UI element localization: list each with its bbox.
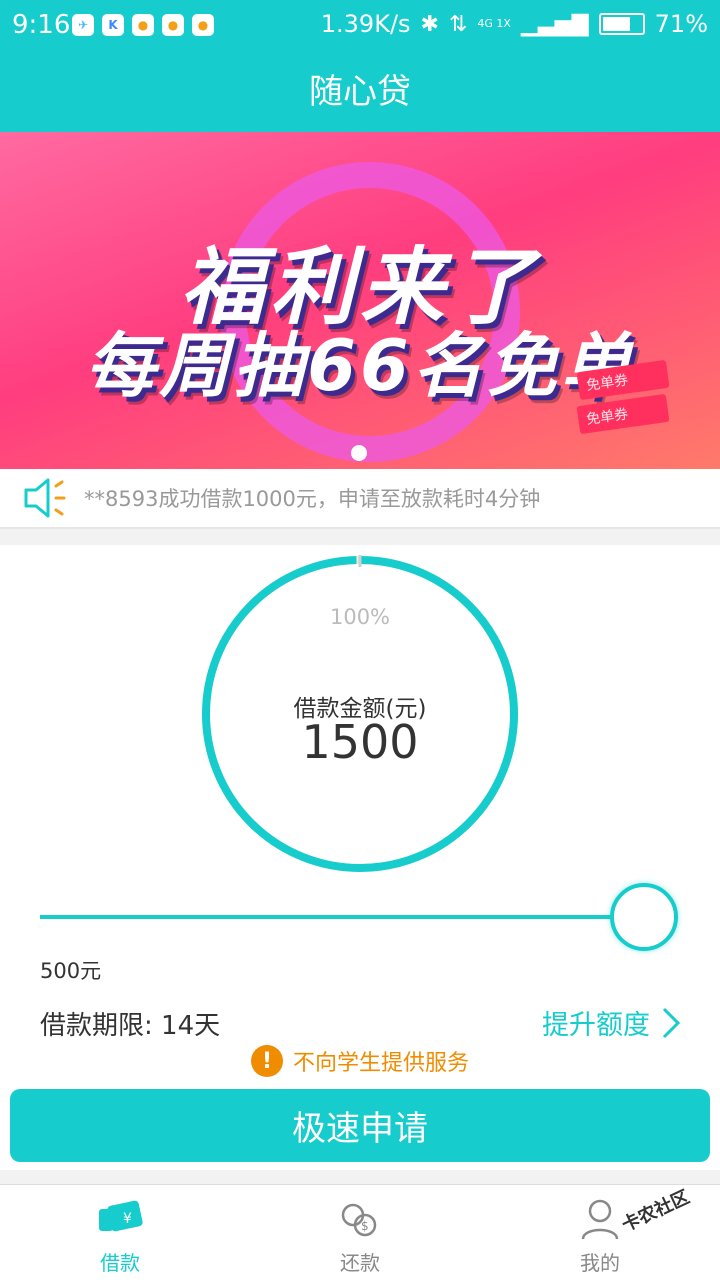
status-bar: 9:16 ✈ K ● ● ● 1.39K/s ✱ ⇅ 4G 1X ▁▃▅▇ 71… <box>0 0 720 52</box>
loan-card: 100% 借款金额(元) 1500 500元 借款期限: 14天 提升额度 ! … <box>0 545 720 1170</box>
raise-limit-link[interactable]: 提升额度 <box>542 1003 682 1042</box>
warning-text: 不向学生提供服务 <box>292 1051 469 1076</box>
svg-text:$: $ <box>361 1219 369 1233</box>
svg-text:¥: ¥ <box>123 1211 132 1227</box>
tab-profile-label: 我的 <box>580 1251 620 1275</box>
tab-loan-label: 借款 <box>100 1251 140 1275</box>
repay-icon: $ <box>341 1203 377 1237</box>
banner-coupons: 免单券 免单券 <box>576 359 670 435</box>
app-notification-icon: K <box>102 14 124 36</box>
header: 随心贷 <box>0 52 720 132</box>
coupon-tag: 免单券 <box>576 359 670 401</box>
battery-icon <box>598 13 645 35</box>
network-speed: 1.39K/s <box>320 10 411 38</box>
amount-slider-track[interactable] <box>40 915 620 919</box>
raise-limit-label: 提升额度 <box>542 1010 650 1041</box>
amount-gauge: 100% 借款金额(元) 1500 <box>201 555 519 873</box>
chevron-right-icon <box>662 1007 681 1038</box>
loan-icon: ¥ <box>99 1200 143 1232</box>
amount-slider-thumb[interactable] <box>610 883 678 951</box>
status-right: 1.39K/s ✱ ⇅ 4G 1X ▁▃▅▇ 71% <box>321 10 708 38</box>
bluetooth-icon: ✱ <box>420 11 439 37</box>
signal-icon: ▁▃▅▇ <box>520 11 589 37</box>
min-amount-label: 500元 <box>40 959 102 983</box>
tab-loan[interactable]: ¥ 借款 <box>0 1185 240 1280</box>
speaker-icon <box>24 478 66 518</box>
promo-banner[interactable]: 福利来了 每周抽66名免单 免单券 免单券 <box>0 132 720 469</box>
app-notification-icon: ● <box>192 14 214 36</box>
student-warning: ! 不向学生提供服务 <box>0 1045 720 1077</box>
page-title: 随心贷 <box>309 72 411 112</box>
network-type: 4G 1X <box>477 17 511 30</box>
battery-percent: 71% <box>654 10 708 38</box>
amount-value: 1500 <box>301 715 419 769</box>
apply-button[interactable]: 极速申请 <box>10 1089 710 1162</box>
profile-icon <box>581 1199 619 1240</box>
notification-icons: ✈ K ● ● ● <box>72 14 214 36</box>
gauge-percent: 100% <box>329 605 391 629</box>
notice-text: **8593成功借款1000元，申请至放款耗时4分钟 <box>84 487 541 511</box>
tab-repay[interactable]: $ 还款 <box>240 1185 480 1280</box>
banner-page-indicator[interactable] <box>351 445 367 461</box>
battery-fill <box>602 17 630 31</box>
tab-repay-label: 还款 <box>340 1251 380 1275</box>
notice-bar: **8593成功借款1000元，申请至放款耗时4分钟 <box>0 469 720 529</box>
loan-term: 借款期限: 14天 <box>40 1011 221 1041</box>
bottom-tab-bar: ¥ 借款 $ 还款 我的 <box>0 1184 720 1280</box>
app-notification-icon: ✈ <box>72 14 94 36</box>
warning-icon: ! <box>250 1045 283 1077</box>
app-notification-icon: ● <box>132 14 154 36</box>
data-transfer-icon: ⇅ <box>448 11 468 37</box>
status-time: 9:16 <box>12 10 71 40</box>
coupon-tag: 免单券 <box>576 393 670 435</box>
app-notification-icon: ● <box>162 14 184 36</box>
